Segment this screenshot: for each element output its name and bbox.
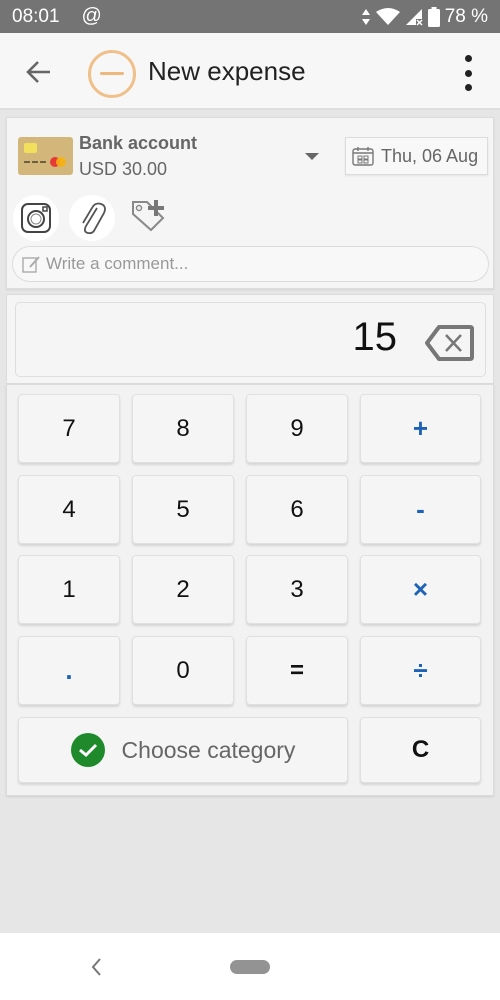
key-0[interactable]: 0 <box>132 636 234 705</box>
battery-percent: 78 % <box>444 5 488 27</box>
more-vertical-icon[interactable] <box>458 53 478 93</box>
transaction-details-card: Bank account USD 30.00 Thu, 06 Aug Write… <box>6 117 494 289</box>
status-time: 08:01 <box>12 5 60 27</box>
key-5[interactable]: 5 <box>132 475 234 544</box>
attach-button[interactable] <box>69 195 115 241</box>
key-plus[interactable]: + <box>360 394 481 463</box>
camera-button[interactable] <box>13 195 59 241</box>
camera-icon <box>21 203 51 233</box>
keypad: 7 8 9 + 4 5 6 - 1 2 3 × . 0 = ÷ Choose c… <box>6 384 494 796</box>
paperclip-icon <box>82 202 106 235</box>
arrow-left-icon[interactable] <box>24 57 54 87</box>
nav-back-icon[interactable] <box>88 955 104 979</box>
key-4[interactable]: 4 <box>18 475 120 544</box>
key-divide[interactable]: ÷ <box>360 636 481 705</box>
calendar-icon <box>352 147 374 166</box>
amount-panel: 15 <box>6 294 494 384</box>
at-sign-icon: @ <box>81 5 102 27</box>
choose-category-button[interactable]: Choose category <box>18 717 348 783</box>
key-decimal[interactable]: . <box>18 636 120 705</box>
data-arrows-icon <box>361 8 370 25</box>
minus-circle-icon <box>88 50 136 98</box>
tag-plus-icon[interactable] <box>129 197 169 237</box>
account-name[interactable]: Bank account <box>79 133 197 154</box>
wifi-icon <box>375 7 400 25</box>
key-clear[interactable]: C <box>360 717 481 783</box>
key-1[interactable]: 1 <box>18 555 120 624</box>
signal-no-sim-icon <box>405 8 423 26</box>
account-balance: USD 30.00 <box>79 159 168 179</box>
date-button[interactable]: Thu, 06 Aug <box>345 137 488 175</box>
choose-category-label: Choose category <box>121 736 296 763</box>
backspace-icon[interactable] <box>425 323 475 363</box>
date-label: Thu, 06 Aug <box>381 145 479 166</box>
status-bar: 08:01 @ 78 % <box>0 0 500 33</box>
page-title: New expense <box>148 56 306 86</box>
amount-value: 15 <box>352 315 398 359</box>
edit-icon <box>22 256 40 273</box>
key-minus[interactable]: - <box>360 475 481 544</box>
comment-input[interactable]: Write a comment... <box>12 246 489 282</box>
key-multiply[interactable]: × <box>360 555 481 624</box>
key-3[interactable]: 3 <box>246 555 348 624</box>
app-bar: New expense <box>0 33 500 110</box>
credit-card-icon <box>18 137 73 175</box>
key-equals[interactable]: = <box>246 636 348 705</box>
home-pill-icon[interactable] <box>230 960 270 974</box>
key-2[interactable]: 2 <box>132 555 234 624</box>
check-circle-icon <box>70 733 105 767</box>
comment-placeholder: Write a comment... <box>46 254 189 273</box>
caret-down-icon[interactable] <box>305 153 319 160</box>
key-6[interactable]: 6 <box>246 475 348 544</box>
battery-icon <box>427 6 440 27</box>
system-nav-bar <box>0 933 500 1000</box>
key-9[interactable]: 9 <box>246 394 348 463</box>
amount-display: 15 <box>15 302 486 377</box>
key-7[interactable]: 7 <box>18 394 120 463</box>
key-8[interactable]: 8 <box>132 394 234 463</box>
